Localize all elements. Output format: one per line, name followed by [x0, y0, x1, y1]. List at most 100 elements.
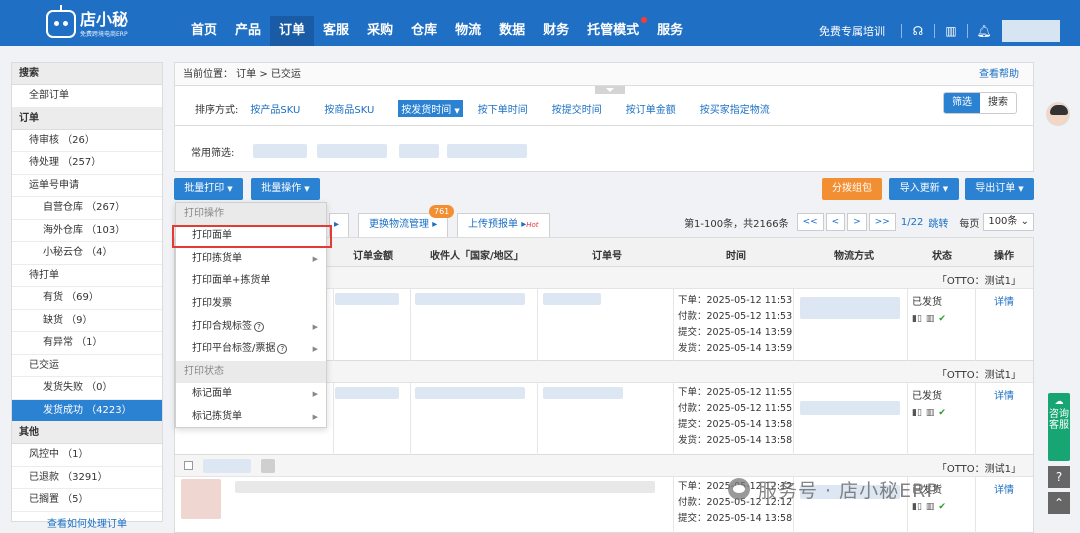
nav-purchasing[interactable]: 采购 — [358, 16, 402, 46]
batch-print-button[interactable]: 批量打印 ▼ — [174, 178, 243, 200]
free-training-link[interactable]: 免费专属培训 — [819, 23, 885, 39]
help-link[interactable]: 查看帮助 — [979, 63, 1019, 86]
order-times: 下单：2025-05-12 11:55 付款：2025-05-12 11:55 … — [678, 385, 792, 449]
question-icon[interactable]: ? — [277, 344, 288, 355]
tab-hidden[interactable]: ▸ — [329, 213, 349, 237]
sidebar-item-on-hold[interactable]: 已搁置 （5） — [12, 489, 162, 512]
menu-item-print-platform-label[interactable]: 打印平台标签/票据? ▶ — [176, 338, 326, 361]
sidebar-item-out-of-stock[interactable]: 缺货 （9） — [12, 310, 162, 332]
copy-icon[interactable]: ▮▯ — [912, 408, 922, 418]
menu-item-print-label[interactable]: 打印面单 — [172, 225, 332, 248]
page-indicator[interactable]: 1/22 — [901, 217, 923, 228]
book-icon[interactable]: ▥ — [941, 24, 961, 38]
next-page-button[interactable]: > — [847, 213, 867, 231]
sidebar-item-in-stock[interactable]: 有货 （69） — [12, 287, 162, 310]
detail-link[interactable]: 详情 — [994, 387, 1014, 402]
sidebar-item-pending-review[interactable]: 待审核 （26） — [12, 130, 162, 152]
sidebar-item-cloud-warehouse[interactable]: 小秘云仓 （4） — [12, 242, 162, 265]
sidebar-item-shipped[interactable]: 已交运 — [12, 355, 162, 377]
sort-by-item-sku[interactable]: 按商品SKU — [324, 101, 374, 116]
sidebar-item-exception[interactable]: 有异常 （1） — [12, 332, 162, 355]
product-thumbnail[interactable] — [181, 479, 221, 519]
nav-home[interactable]: 首页 — [182, 16, 226, 46]
export-orders-button[interactable]: 导出订单 ▼ — [965, 178, 1034, 200]
headset-icon[interactable]: ☊ — [908, 24, 928, 38]
nav-managed-mode[interactable]: 托管模式 — [578, 16, 648, 46]
sort-by-buyer-logistics[interactable]: 按买家指定物流 — [700, 101, 770, 116]
tab-upload-declaration[interactable]: 上传预报单 ▸Hot — [457, 213, 550, 237]
per-page-select[interactable]: 100条 ⌄ — [983, 213, 1034, 231]
sidebar-item-all-orders[interactable]: 全部订单 — [12, 85, 162, 108]
detail-link[interactable]: 详情 — [994, 293, 1014, 308]
nav-orders[interactable]: 订单 — [270, 16, 315, 46]
sidebar-item-risk-control[interactable]: 风控中 （1） — [12, 444, 162, 467]
nav-products[interactable]: 产品 — [226, 16, 270, 46]
import-update-button[interactable]: 导入更新 ▼ — [889, 178, 959, 200]
chat-icon: ☁ — [1054, 397, 1064, 407]
bell-icon[interactable]: 🔔︎ — [974, 24, 994, 38]
assistant-avatar[interactable] — [1046, 102, 1070, 126]
blurred-filter-chip[interactable] — [447, 144, 527, 158]
menu-item-mark-label[interactable]: 标记面单 ▶ — [176, 383, 326, 406]
sidebar-item-own-warehouse[interactable]: 自营仓库 （267） — [12, 197, 162, 220]
barcode-icon[interactable]: ▥ — [926, 314, 935, 324]
prev-page-button[interactable]: < — [825, 213, 846, 231]
blurred-order-no[interactable] — [543, 387, 623, 399]
check-icon[interactable]: ✔ — [938, 408, 946, 418]
sort-by-ship-time[interactable]: 按发货时间 ▼ — [398, 100, 463, 117]
sort-bar: 排序方式: 按产品SKU 按商品SKU 按发货时间 ▼ 按下单时间 按提交时间 按… — [174, 86, 1034, 126]
sidebar-help-link[interactable]: 查看如何处理订单 — [12, 512, 162, 533]
first-page-button[interactable]: << — [796, 213, 824, 231]
menu-item-print-compliance-label[interactable]: 打印合规标签? ▶ — [176, 316, 326, 339]
nav-finance[interactable]: 财务 — [534, 16, 578, 46]
nav-managed-mode-label: 托管模式 — [587, 23, 640, 38]
menu-item-print-invoice[interactable]: 打印发票 — [176, 293, 326, 316]
question-icon[interactable]: ? — [254, 321, 264, 332]
nav-data[interactable]: 数据 — [490, 16, 534, 46]
user-account[interactable] — [1002, 20, 1060, 42]
sort-by-order-time[interactable]: 按下单时间 — [478, 101, 528, 116]
search-button[interactable]: 搜索 — [980, 93, 1016, 113]
filter-button[interactable]: 筛选 — [944, 93, 980, 113]
batch-ops-button[interactable]: 批量操作 ▼ — [251, 178, 320, 200]
sidebar-item-pending-process[interactable]: 待处理 （257） — [12, 152, 162, 175]
menu-item-print-picklist[interactable]: 打印拣货单 ▶ — [176, 248, 326, 271]
collapse-toggle[interactable] — [595, 86, 625, 94]
back-to-top-icon[interactable]: ⌃ — [1048, 492, 1070, 514]
nav-logistics[interactable]: 物流 — [446, 16, 490, 46]
copy-icon[interactable]: ▮▯ — [912, 314, 922, 324]
logo[interactable]: 店小秘 免费跨境电商ERP — [46, 5, 146, 40]
jump-button[interactable]: 跳转 — [928, 215, 948, 230]
sidebar-item-refunded[interactable]: 已退款 （3291） — [12, 467, 162, 489]
divider — [673, 289, 674, 361]
sort-by-amount[interactable]: 按订单金额 — [626, 101, 676, 116]
sidebar-item-overseas-warehouse[interactable]: 海外仓库 （103） — [12, 220, 162, 242]
blurred-filter-chip[interactable] — [253, 144, 307, 158]
last-page-button[interactable]: >> — [868, 213, 896, 231]
sidebar-section-search[interactable]: 搜索 — [12, 63, 162, 85]
consult-service-button[interactable]: ☁ 咨询客服 — [1048, 393, 1070, 461]
nav-customer-service[interactable]: 客服 — [314, 16, 358, 46]
divider — [975, 289, 976, 361]
split-merge-button[interactable]: 分拨组包 — [822, 178, 882, 200]
divider — [907, 383, 908, 455]
sidebar-item-to-print[interactable]: 待打单 — [12, 265, 162, 287]
sort-by-product-sku[interactable]: 按产品SKU — [250, 101, 300, 116]
blurred-filter-chip[interactable] — [317, 144, 387, 158]
barcode-icon[interactable]: ▥ — [926, 408, 935, 418]
sidebar-item-ship-failed[interactable]: 发货失败 （0） — [12, 377, 162, 400]
blurred-order-no[interactable] — [543, 293, 601, 305]
nav-services[interactable]: 服务 — [648, 16, 692, 46]
help-icon[interactable]: ? — [1048, 466, 1070, 488]
sort-label: 排序方式: — [195, 105, 239, 116]
menu-item-mark-picklist[interactable]: 标记拣货单 ▶ — [176, 406, 326, 429]
sidebar-item-tracking-apply[interactable]: 运单号申请 — [12, 175, 162, 197]
caret-right-icon: ▶ — [312, 390, 318, 399]
check-icon[interactable]: ✔ — [938, 314, 946, 324]
nav-warehouse[interactable]: 仓库 — [402, 16, 446, 46]
blurred-filter-chip[interactable] — [399, 144, 439, 158]
sort-by-submit-time[interactable]: 按提交时间 — [552, 101, 602, 116]
row-checkbox[interactable] — [184, 461, 193, 470]
menu-item-print-label-picklist[interactable]: 打印面单+拣货单 — [176, 270, 326, 293]
sidebar-item-ship-success[interactable]: 发货成功 （4223） — [12, 399, 162, 422]
